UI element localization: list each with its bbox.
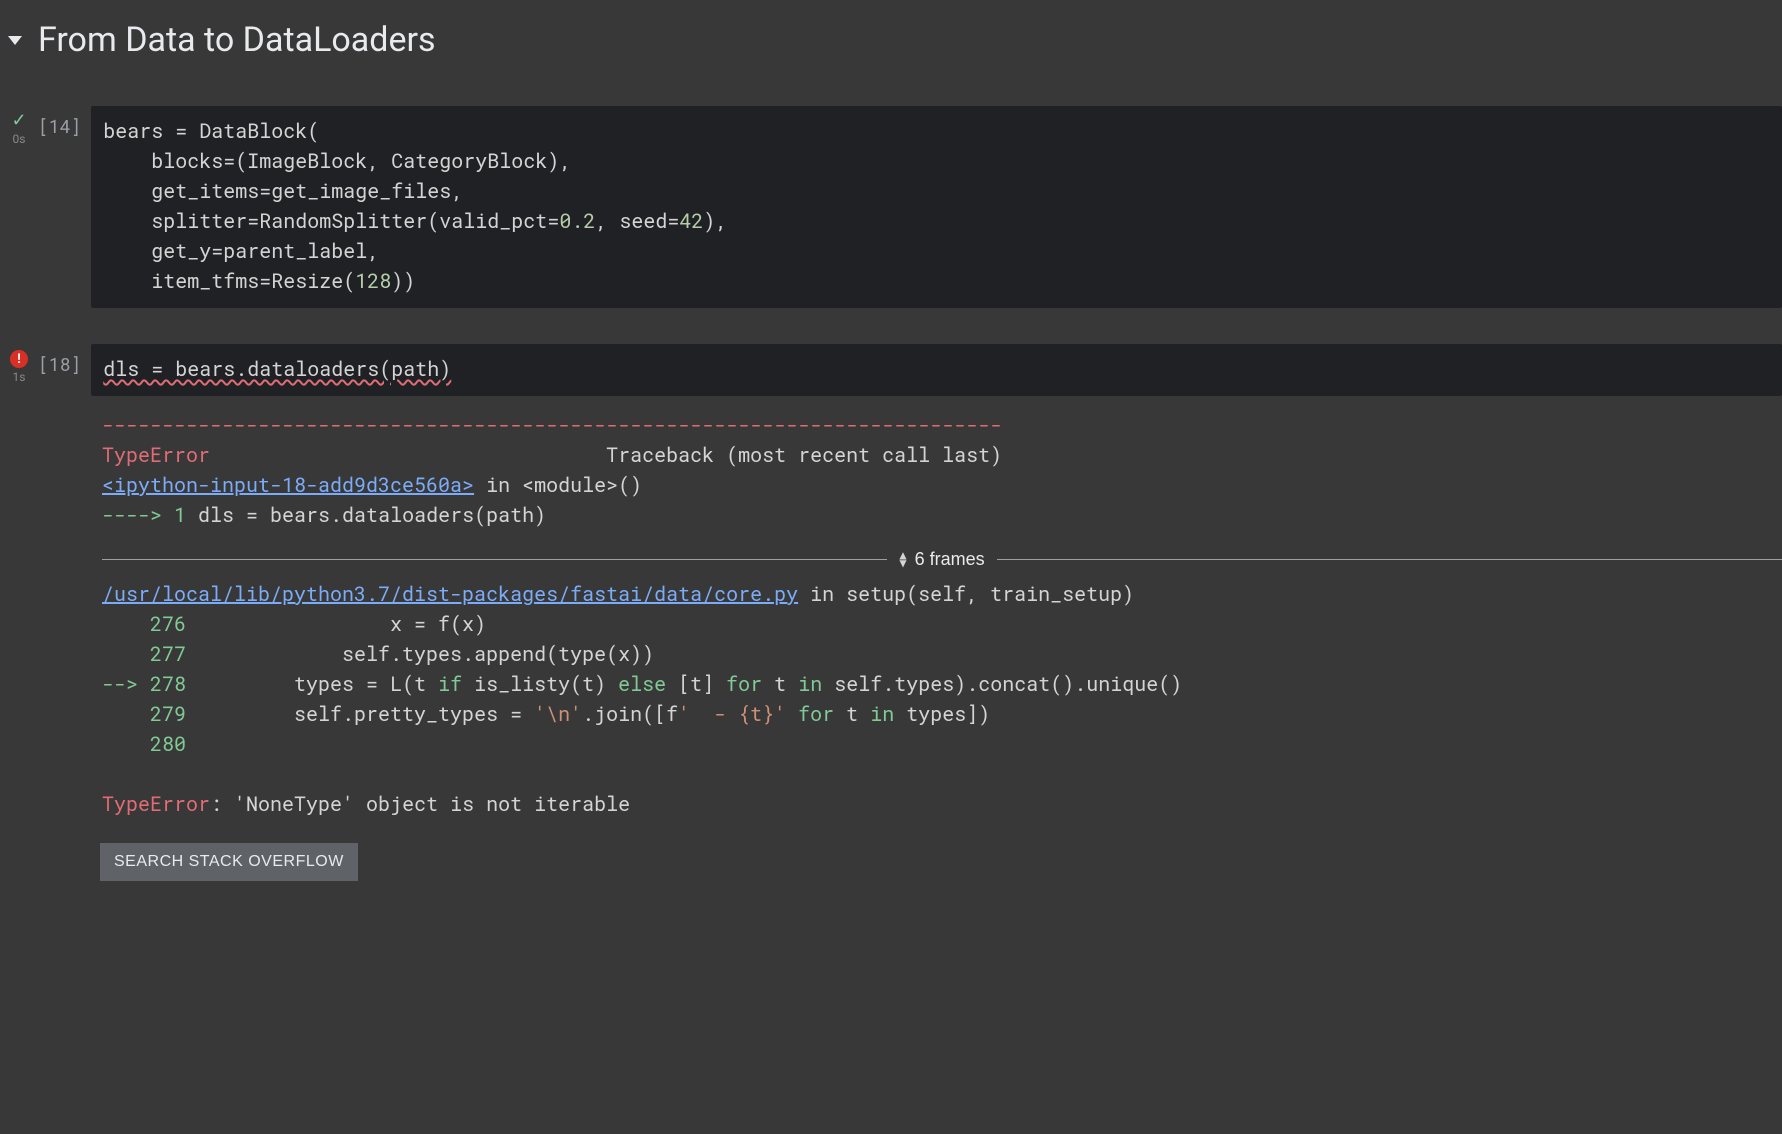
code-token: = <box>259 268 271 294</box>
traceback-text: in setup(self, train_setup) <box>798 581 1134 607</box>
traceback-line <box>786 701 798 727</box>
traceback-line: x = f(x) <box>186 611 486 637</box>
code-token: item_tfms <box>103 268 259 294</box>
code-token: 128 <box>355 268 391 294</box>
cell-prompt: [14] <box>38 106 91 308</box>
code-token: = <box>175 118 187 144</box>
status-success-icon: ✓ <box>11 112 26 130</box>
traceback-lineno: 278 <box>150 671 186 697</box>
exception-message: : 'NoneType' object is not iterable <box>210 791 630 817</box>
code-token: blocks <box>103 148 223 174</box>
code-token: splitter <box>103 208 247 234</box>
traceback-header: Traceback (most recent call last) <box>210 442 1002 468</box>
traceback-arrow: --> <box>102 671 150 697</box>
expand-frames-icon[interactable]: ▲▼ <box>899 552 906 566</box>
section-title: From Data to DataLoaders <box>38 20 436 60</box>
code-token: ), <box>703 208 727 234</box>
kw: in <box>870 701 894 727</box>
search-stack-overflow-button[interactable]: SEARCH STACK OVERFLOW <box>100 843 358 881</box>
traceback-line: types]) <box>894 701 990 727</box>
code-token: = <box>259 178 271 204</box>
code-editor[interactable]: bears = DataBlock( blocks=(ImageBlock, C… <box>91 106 1782 308</box>
traceback-line: self.types).concat().unique() <box>822 671 1182 697</box>
traceback-line: t <box>834 701 870 727</box>
code-token: )) <box>391 268 415 294</box>
status-error-icon: ! <box>10 350 28 368</box>
exception-name: TypeError <box>102 442 210 468</box>
cell-prompt: [18] <box>38 344 91 396</box>
code-token: 42 <box>679 208 703 234</box>
traceback-lineno: 280 <box>102 731 186 757</box>
str: '\n' <box>534 701 582 727</box>
traceback-line: self.types.append(type(x)) <box>186 641 654 667</box>
traceback-lineno: 277 <box>102 641 186 667</box>
code-token: = <box>547 208 559 234</box>
exec-time: 1s <box>13 370 26 384</box>
traceback-line: is_listy(t) <box>462 671 618 697</box>
traceback-source-link[interactable]: <ipython-input-18-add9d3ce560a> <box>102 472 474 498</box>
code-token: = <box>223 148 235 174</box>
code-editor[interactable]: dls = bears.dataloaders(path) <box>91 344 1782 396</box>
code-token: = <box>667 208 679 234</box>
traceback-line: dls = bears.dataloaders(path) <box>186 502 546 528</box>
traceback-file-link[interactable]: /usr/local/lib/python3.7/dist-packages/f… <box>102 581 798 607</box>
kw: for <box>798 701 834 727</box>
code-cell-14: ✓ 0s [14] bears = DataBlock( blocks=(Ima… <box>0 106 1782 308</box>
kw: else <box>618 671 666 697</box>
code-token: parent_label, <box>223 238 379 264</box>
traceback-line: types = L(t <box>186 671 438 697</box>
cell-gutter: ! 1s <box>0 344 38 881</box>
traceback-line: .join([f <box>582 701 678 727</box>
code-token: bears <box>103 118 175 144</box>
code-token: , seed <box>595 208 667 234</box>
traceback-lineno: 279 <box>102 701 186 727</box>
frames-expander[interactable]: ▲▼ 6 frames <box>102 546 1782 573</box>
code-token: = <box>247 208 259 234</box>
exception-name: TypeError <box>102 791 210 817</box>
exec-time: 0s <box>13 132 26 146</box>
traceback-lineno: 1 <box>174 502 186 528</box>
code-token: (ImageBlock, CategoryBlock), <box>235 148 571 174</box>
code-token: dls = bears.dataloaders(path) <box>103 356 451 382</box>
frames-label: 6 frames <box>915 546 985 573</box>
collapse-triangle-icon[interactable] <box>8 36 22 45</box>
str: ' - {t}' <box>678 701 786 727</box>
traceback-arrow: ----> <box>102 502 174 528</box>
code-token: get_y <box>103 238 211 264</box>
traceback-lineno: 276 <box>102 611 186 637</box>
code-token: = <box>211 238 223 264</box>
kw: for <box>726 671 762 697</box>
kw: if <box>438 671 462 697</box>
code-token: 0.2 <box>559 208 595 234</box>
traceback-separator: ----------------------------------------… <box>102 412 1002 438</box>
code-token: get_items <box>103 178 259 204</box>
code-token: DataBlock( <box>187 118 319 144</box>
cell-output: ----------------------------------------… <box>38 410 1782 819</box>
traceback-line: t <box>762 671 798 697</box>
traceback-line: [t] <box>666 671 726 697</box>
traceback-text: in <module>() <box>474 472 642 498</box>
code-token: get_image_files, <box>271 178 463 204</box>
section-header[interactable]: From Data to DataLoaders <box>0 0 1782 70</box>
code-token: RandomSplitter(valid_pct <box>259 208 547 234</box>
traceback-line: self.pretty_types = <box>186 701 534 727</box>
code-cell-18: ! 1s [18] dls = bears.dataloaders(path) … <box>0 344 1782 881</box>
cell-gutter: ✓ 0s <box>0 106 38 308</box>
code-token: Resize( <box>271 268 355 294</box>
kw: in <box>798 671 822 697</box>
